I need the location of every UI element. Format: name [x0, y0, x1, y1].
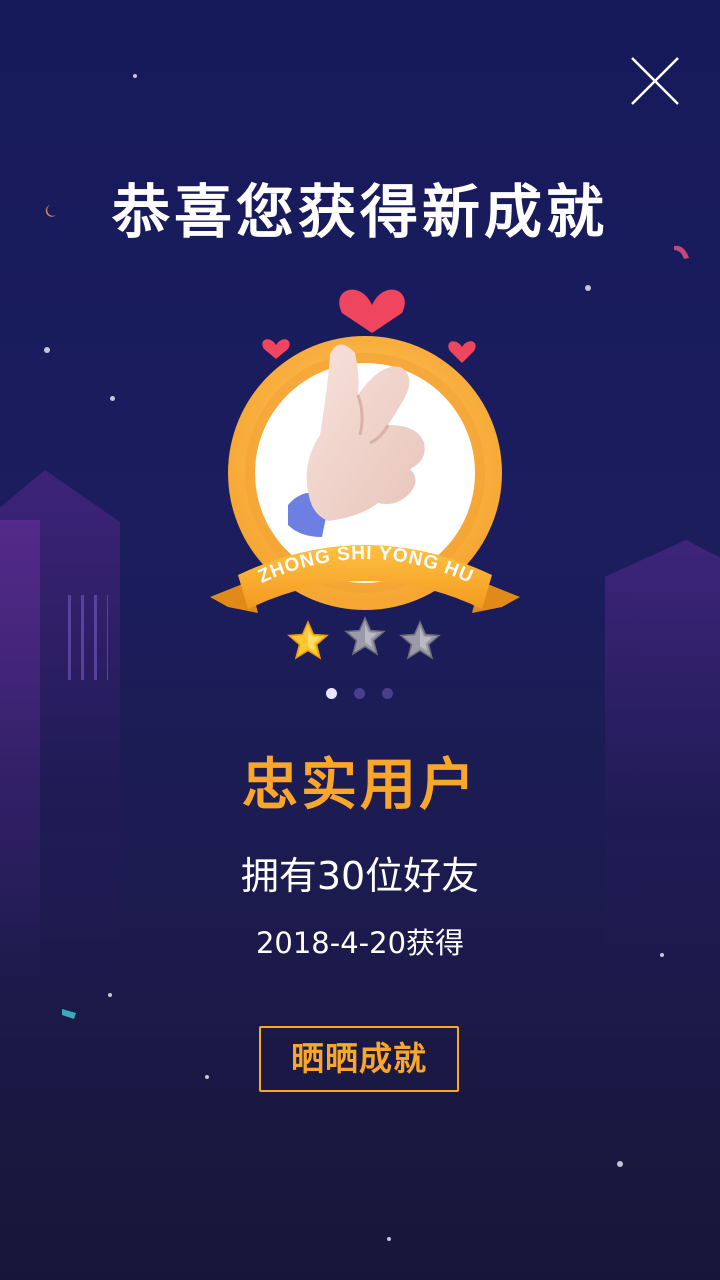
building-left-windows: [68, 595, 108, 680]
star-dot: [110, 396, 115, 401]
achievement-badge: ZHONG SHI YONG HU: [210, 275, 520, 620]
star-rating: [280, 615, 450, 665]
star-dot: [585, 285, 591, 291]
share-achievement-button[interactable]: 晒晒成就: [259, 1026, 459, 1092]
page-title: 恭喜您获得新成就: [111, 178, 608, 246]
heart-icon: [339, 289, 405, 333]
heart-icon: [448, 341, 476, 363]
achievement-name: 忠实用户: [242, 753, 478, 818]
heart-icon: [262, 339, 290, 359]
close-button[interactable]: [628, 54, 682, 108]
achievement-date: 2018-4-20获得: [255, 926, 465, 960]
star-filled-icon: [286, 619, 330, 663]
confetti-teal: [62, 1009, 76, 1019]
achievement-description: 拥有30位好友: [240, 854, 480, 898]
page-dot-active[interactable]: [326, 688, 337, 699]
star-empty-icon: [343, 615, 387, 659]
star-dot: [387, 1237, 391, 1241]
star-dot: [133, 74, 137, 78]
star-dot: [617, 1161, 623, 1167]
star-dot: [205, 1075, 209, 1079]
close-icon: [631, 57, 679, 105]
star-empty-icon: [398, 619, 442, 663]
page-indicator: [322, 688, 402, 702]
page-dot[interactable]: [354, 688, 365, 699]
star-dot: [108, 993, 112, 997]
page-dot[interactable]: [382, 688, 393, 699]
star-dot: [44, 347, 50, 353]
building-left: [0, 470, 120, 990]
